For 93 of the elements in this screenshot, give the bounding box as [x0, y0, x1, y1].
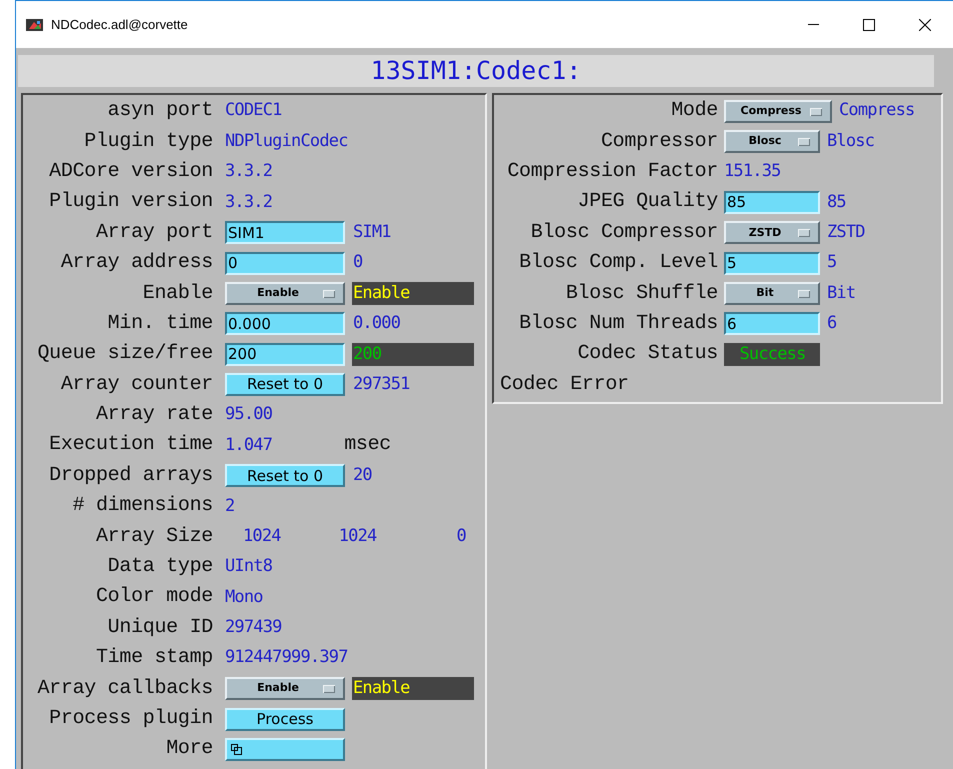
readback-value: 95.00	[225, 403, 272, 426]
readback-value: NDPluginCodec	[225, 130, 348, 153]
menu-indicator-icon	[798, 229, 810, 238]
readback-value: Compress	[838, 100, 914, 122]
field-label: Codec Status	[576, 341, 718, 368]
readback-value: 6	[826, 312, 836, 336]
readback-value: SIM1	[352, 221, 391, 244]
field-label: Array counter	[60, 372, 213, 398]
field-label: Execution time	[48, 432, 213, 458]
app-icon	[26, 18, 43, 32]
array-size-value: 1024	[243, 524, 281, 548]
readback-value: UInt8	[225, 555, 272, 578]
field-label: Array Size	[94, 524, 213, 550]
field-label: Blosc Comp. Level	[518, 250, 718, 276]
text-entry-field[interactable]: SIM1	[225, 221, 345, 244]
text-entry-field[interactable]: 200	[225, 342, 345, 366]
field-label: Queue size/free	[36, 341, 213, 368]
field-label: Unique ID	[106, 614, 213, 641]
readback-value: 5	[826, 252, 836, 274]
menu-button[interactable]: Enable	[225, 677, 345, 700]
readback-value: 85	[826, 190, 846, 214]
field-label: JPEG Quality	[576, 189, 718, 216]
field-label: Data type	[106, 554, 213, 580]
action-button[interactable]: Reset to 0	[225, 373, 345, 396]
field-label: Plugin version	[48, 189, 213, 216]
action-button[interactable]: Process	[225, 708, 345, 730]
readback-value: Enable	[353, 282, 410, 305]
status-value: Success	[739, 342, 806, 366]
related-display-button[interactable]	[225, 738, 345, 761]
overlapping-squares-icon	[231, 744, 242, 755]
close-icon	[919, 18, 931, 30]
field-label: Time stamp	[94, 645, 213, 672]
readback-value: Blosc	[826, 130, 874, 153]
readback-value: 297439	[225, 616, 282, 640]
menu-indicator-icon	[798, 290, 810, 298]
menu-button[interactable]: ZSTD	[724, 221, 820, 244]
field-label: Array address	[60, 250, 213, 276]
text-entry-field[interactable]: 0	[225, 252, 345, 275]
menu-button[interactable]: Blosc	[724, 130, 820, 154]
array-size-value: 0	[456, 524, 466, 548]
field-label: Compression Factor	[506, 158, 718, 185]
readback-value: 0.000	[352, 312, 400, 336]
field-label: Array port	[94, 220, 213, 246]
readback-value: ZSTD	[826, 221, 865, 244]
field-label: Codec Error	[499, 372, 630, 398]
readback-value: 3.3.2	[225, 190, 272, 214]
readback-value: 200	[353, 342, 382, 366]
text-entry-field[interactable]: 85	[724, 190, 820, 214]
readback-value: 0	[352, 252, 362, 274]
field-label: Min. time	[106, 310, 213, 337]
field-label: Color mode	[94, 584, 213, 610]
field-label: ADCore version	[48, 158, 213, 185]
field-label: Dropped arrays	[48, 462, 213, 489]
readback-value: 2	[225, 494, 234, 518]
field-label: More	[165, 736, 213, 762]
field-label: Array callbacks	[36, 676, 213, 702]
readback-value: 297351	[352, 373, 410, 396]
readback-value: 3.3.2	[225, 160, 272, 184]
menu-indicator-icon	[798, 138, 810, 146]
readback-value: 151.35	[724, 160, 781, 184]
field-label: # dimensions	[72, 493, 213, 520]
field-label: Enable	[142, 280, 213, 307]
menu-indicator-icon	[810, 108, 822, 116]
unit-label: msec	[344, 432, 391, 458]
readback-value: 1.047	[225, 434, 272, 457]
field-label: Compressor	[600, 128, 718, 155]
menu-button[interactable]: Compress	[724, 100, 832, 123]
menu-indicator-icon	[323, 290, 335, 298]
action-button[interactable]: Reset to 0	[225, 464, 345, 488]
display-title: 13SIM1:Codec1:	[18, 55, 934, 87]
text-entry-field[interactable]: 5	[724, 252, 820, 275]
text-entry-field[interactable]: 6	[724, 312, 820, 336]
menu-indicator-icon	[323, 685, 335, 694]
readback-value: Bit	[826, 282, 856, 305]
readback-value: CODEC1	[225, 99, 282, 122]
field-label: Array rate	[94, 402, 213, 428]
readback-value: Enable	[353, 676, 410, 700]
field-label: Plugin type	[83, 128, 213, 155]
field-label: Mode	[670, 98, 718, 124]
readback-value: 912447999.397	[225, 646, 348, 670]
readback-value: 20	[352, 464, 372, 488]
readback-value: Mono	[225, 586, 263, 609]
field-label: Process plugin	[48, 706, 213, 732]
field-label: Blosc Num Threads	[518, 310, 718, 337]
array-size-value: 1024	[338, 524, 376, 548]
menu-button[interactable]: Enable	[225, 282, 345, 306]
maximize-icon	[863, 18, 875, 30]
field-label: Blosc Compressor	[530, 220, 718, 246]
field-label: Blosc Shuffle	[564, 280, 718, 307]
menu-button[interactable]: Bit	[724, 282, 820, 306]
window-title: NDCodec.adl@corvette	[51, 16, 188, 34]
field-label: asyn port	[106, 98, 213, 124]
text-entry-field[interactable]: 0.000	[225, 312, 345, 336]
